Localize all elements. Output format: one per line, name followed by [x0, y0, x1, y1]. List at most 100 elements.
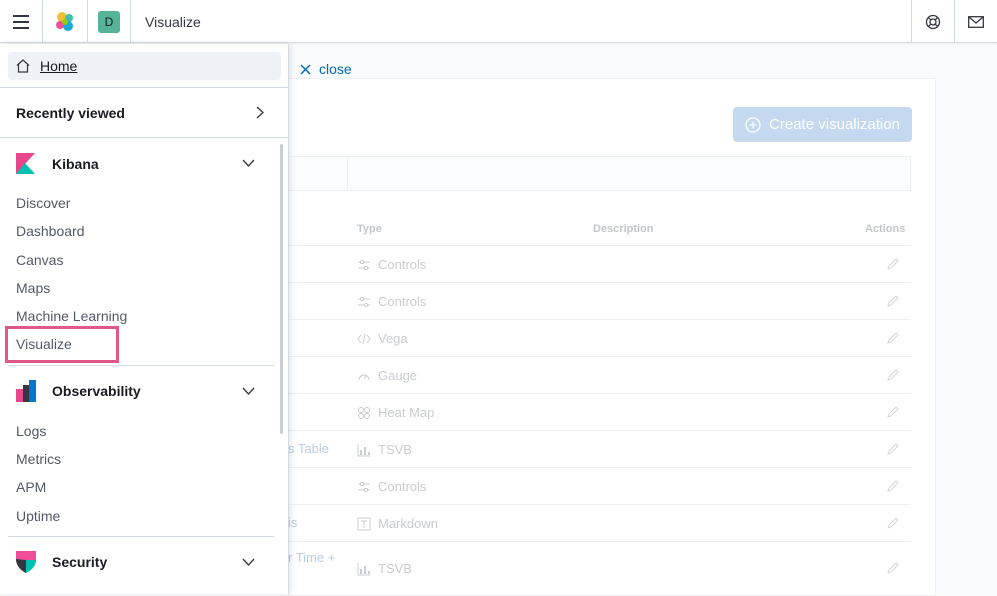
row-type: Heat Map — [357, 394, 434, 431]
nav-group-label: Kibana — [52, 156, 99, 172]
column-header-actions: Actions — [865, 223, 906, 235]
controls-icon — [358, 481, 370, 492]
top-header: D Visualize — [0, 0, 997, 43]
mail-icon — [968, 15, 984, 28]
nav-link-logs[interactable]: Logs — [16, 423, 46, 439]
row-type-label: Heat Map — [378, 405, 435, 420]
pencil-icon[interactable] — [886, 294, 900, 308]
pencil-icon[interactable] — [886, 405, 900, 419]
table-row[interactable]: Heat Map — [288, 393, 911, 431]
table-row[interactable]: Vega — [288, 319, 911, 357]
nav-group-security[interactable]: Security — [16, 551, 107, 573]
table-row[interactable]: Gauge — [288, 356, 911, 394]
home-icon — [16, 59, 30, 73]
nav-divider — [8, 365, 274, 366]
row-title-link[interactable]: s Table — [288, 441, 329, 456]
plus-circle-icon — [745, 116, 761, 133]
close-icon — [300, 64, 311, 74]
code-icon — [357, 333, 371, 344]
help-button[interactable] — [912, 0, 954, 43]
nav-scrollbar[interactable] — [280, 144, 283, 434]
navigation-flyout: Home Recently viewed Kibana Discover Das… — [0, 44, 289, 594]
row-type-label: Vega — [378, 331, 408, 346]
header-divider — [130, 0, 131, 43]
observability-logo-icon — [16, 380, 36, 402]
chevron-down-icon[interactable] — [242, 159, 255, 167]
row-type-label: Controls — [378, 294, 427, 309]
row-type: Vega — [357, 320, 408, 357]
pencil-icon[interactable] — [886, 442, 900, 456]
space-avatar: D — [98, 10, 120, 33]
create-visualization-label: Create visualization — [769, 116, 900, 133]
nav-link-discover[interactable]: Discover — [16, 195, 70, 211]
menu-button[interactable] — [0, 0, 42, 43]
column-header-type: Type — [357, 223, 382, 235]
row-type: Controls — [357, 283, 426, 320]
row-title-link[interactable]: r Time + — [288, 550, 335, 565]
security-logo-icon — [16, 551, 36, 573]
table-row[interactable]: r Time + TSVB — [288, 541, 911, 595]
row-type-label: TSVB — [378, 442, 412, 457]
row-title-link[interactable]: is — [288, 515, 297, 530]
nav-link-maps[interactable]: Maps — [16, 280, 50, 296]
visualize-highlight-box — [5, 326, 119, 363]
table-row[interactable]: s Table TSVB — [288, 430, 911, 468]
pencil-icon[interactable] — [886, 257, 900, 271]
row-type-label: Gauge — [378, 368, 418, 383]
pencil-icon[interactable] — [886, 516, 900, 530]
nav-link-dashboard[interactable]: Dashboard — [16, 223, 85, 239]
nav-group-label: Observability — [52, 383, 141, 399]
table-row[interactable]: Controls — [288, 245, 911, 283]
page-title: Visualize — [145, 13, 201, 30]
heatmap-icon — [358, 406, 370, 419]
nav-link-metrics[interactable]: Metrics — [16, 451, 61, 467]
column-header-description: Description — [593, 223, 654, 235]
close-label: close — [319, 61, 352, 77]
tsvb-icon — [357, 443, 370, 456]
nav-divider — [0, 137, 288, 138]
nav-group-kibana[interactable]: Kibana — [16, 153, 99, 175]
row-type: TSVB — [357, 431, 412, 468]
chevron-down-icon[interactable] — [242, 558, 255, 566]
pencil-icon[interactable] — [886, 331, 900, 345]
row-type-label: Controls — [378, 257, 427, 272]
row-type: Gauge — [357, 357, 417, 394]
table-row[interactable]: Controls — [288, 282, 911, 320]
help-lifebuoy-icon — [925, 14, 941, 29]
nav-link-apm[interactable]: APM — [16, 479, 46, 495]
nav-group-observability[interactable]: Observability — [16, 380, 141, 402]
nav-home-label: Home — [40, 58, 78, 74]
nav-link-machine-learning[interactable]: Machine Learning — [16, 308, 127, 324]
row-type: Controls — [357, 246, 426, 283]
row-type: Controls — [357, 468, 426, 505]
nav-divider — [8, 536, 274, 537]
nav-link-uptime[interactable]: Uptime — [16, 508, 60, 524]
recently-viewed-toggle[interactable]: Recently viewed — [16, 105, 125, 121]
nav-home-link[interactable]: Home — [8, 52, 281, 80]
space-selector[interactable]: D — [88, 0, 130, 43]
hamburger-icon — [13, 14, 29, 29]
news-button[interactable] — [955, 0, 997, 43]
pencil-icon[interactable] — [886, 368, 900, 382]
table-row[interactable]: is Markdown — [288, 504, 911, 542]
controls-icon — [358, 259, 370, 270]
row-type-label: Controls — [378, 479, 427, 494]
table-row[interactable]: Controls — [288, 467, 911, 505]
chevron-down-icon[interactable] — [242, 387, 255, 395]
row-type-label: TSVB — [378, 561, 412, 576]
row-type: TSVB — [357, 542, 412, 595]
nav-link-canvas[interactable]: Canvas — [16, 252, 63, 268]
markdown-icon — [357, 517, 371, 530]
nav-group-label: Security — [52, 554, 108, 570]
pencil-icon[interactable] — [886, 561, 900, 575]
controls-icon — [358, 296, 370, 307]
pencil-icon[interactable] — [886, 479, 900, 493]
close-link[interactable]: close — [300, 61, 352, 77]
tsvb-icon — [357, 562, 370, 575]
elastic-home-link[interactable] — [43, 0, 87, 43]
row-type: Markdown — [357, 505, 438, 542]
nav-divider — [0, 87, 288, 88]
chevron-right-icon[interactable] — [256, 106, 264, 119]
create-visualization-button[interactable]: Create visualization — [733, 107, 912, 142]
search-input[interactable] — [288, 156, 911, 191]
